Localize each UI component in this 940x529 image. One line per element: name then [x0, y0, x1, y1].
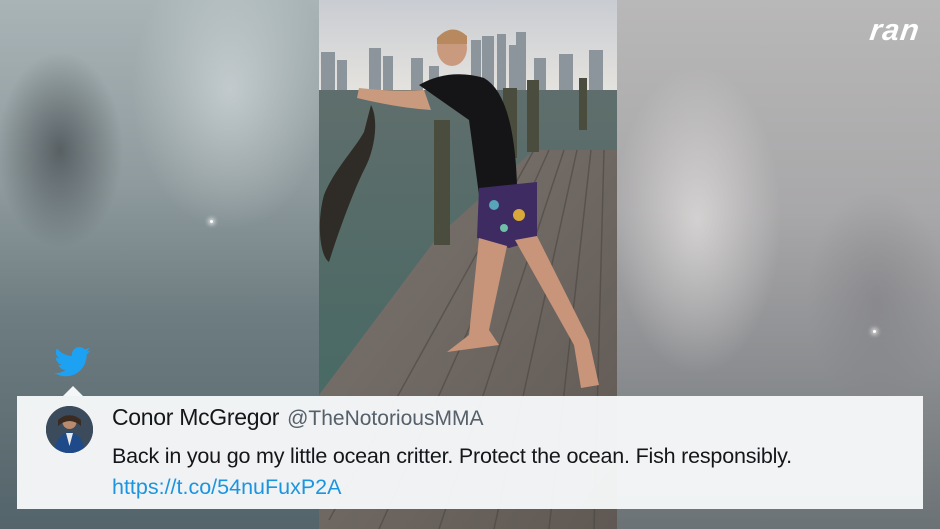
tweet-text: Back in you go my little ocean critter. …: [112, 444, 792, 468]
tweet-card-pointer: [63, 386, 83, 396]
twitter-bird-icon: [55, 347, 91, 377]
tweet-author-name[interactable]: Conor McGregor: [112, 404, 279, 430]
tweet-card: Conor McGregor @TheNotoriousMMA Back in y…: [17, 396, 923, 509]
tweet-author-handle[interactable]: @TheNotoriousMMA: [287, 407, 483, 430]
avatar-image: [46, 406, 93, 453]
sparkle: [873, 330, 876, 333]
avatar[interactable]: [46, 406, 93, 453]
tweet-header: Conor McGregor @TheNotoriousMMA: [112, 404, 483, 431]
ran-logo: ran: [868, 14, 923, 47]
sparkle: [210, 220, 213, 223]
tweet-link[interactable]: https://t.co/54nuFuxP2A: [112, 475, 341, 500]
